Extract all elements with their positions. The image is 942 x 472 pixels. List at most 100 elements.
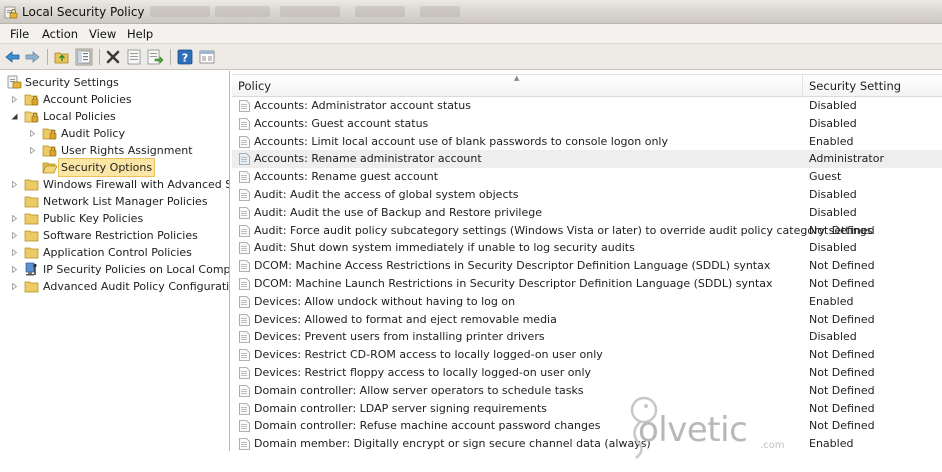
folder-icon (24, 213, 39, 225)
open-folder-icon (42, 162, 57, 174)
security-policy-app-icon (4, 6, 18, 19)
table-row[interactable]: Devices: Prevent users from installing p… (232, 328, 942, 346)
security-setting-value: Guest (809, 170, 842, 184)
table-row[interactable]: Accounts: Rename guest account Guest (232, 168, 942, 186)
window-title: Local Security Policy (22, 5, 145, 19)
policy-document-icon (239, 242, 250, 255)
policy-document-icon (239, 278, 250, 290)
column-header-security-setting[interactable]: Security Setting (803, 75, 942, 97)
table-row[interactable]: Audit: Shut down system immediately if u… (232, 239, 942, 257)
toolbar-separator (47, 49, 48, 65)
locked-folder-icon (42, 128, 57, 140)
policy-document-icon (239, 117, 250, 130)
tree-item-label: Software Restriction Policies (43, 229, 198, 242)
security-setting-value: Enabled (809, 294, 854, 308)
table-row[interactable]: Domain controller: Refuse machine accoun… (232, 417, 942, 435)
table-row[interactable]: DCOM: Machine Access Restrictions in Sec… (232, 257, 942, 275)
policy-document-icon (239, 438, 250, 451)
show-hide-tree-icon[interactable] (75, 48, 93, 66)
policy-list-pane[interactable]: ▲ Policy Security Setting Accounts: Admi… (232, 71, 942, 451)
policy-document-icon (239, 367, 250, 379)
local-security-policy-window: Local Security Policy File Action View H… (0, 0, 942, 472)
policy-document-icon (239, 295, 250, 308)
table-row[interactable]: Devices: Restrict floppy access to local… (232, 364, 942, 382)
up-folder-icon[interactable] (53, 48, 71, 66)
tree-item-label: User Rights Assignment (61, 144, 193, 157)
table-row[interactable]: Audit: Audit the use of Backup and Resto… (232, 204, 942, 222)
collapse-arrow-icon[interactable] (11, 113, 18, 120)
security-setting-value: Not Defined (809, 383, 875, 397)
policy-name: Audit: Force audit policy subcategory se… (254, 223, 873, 237)
policy-name: DCOM: Machine Access Restrictions in Sec… (254, 259, 771, 273)
expand-arrow-icon[interactable] (11, 232, 18, 239)
table-row[interactable]: Domain member: Digitally encrypt or sign… (232, 435, 942, 451)
forward-arrow-icon[interactable] (23, 48, 41, 66)
delete-icon[interactable] (104, 48, 122, 66)
svg-text:?: ? (182, 52, 188, 65)
table-row[interactable]: Devices: Allow undock without having to … (232, 293, 942, 311)
policy-document-icon (239, 171, 250, 184)
export-list-icon[interactable] (146, 48, 164, 66)
policy-document-icon (239, 189, 250, 201)
locked-folder-icon (42, 145, 57, 157)
expand-arrow-icon[interactable] (11, 266, 18, 273)
expand-arrow-icon[interactable] (11, 96, 18, 103)
toolbar: ? (0, 44, 942, 70)
column-header-policy[interactable]: Policy (232, 75, 803, 97)
security-setting-value: Disabled (809, 241, 857, 255)
menu-help[interactable]: Help (127, 27, 153, 41)
title-bar-blurred-area (355, 6, 405, 17)
back-arrow-icon[interactable] (4, 48, 22, 66)
menu-file[interactable]: File (10, 27, 29, 41)
policy-name: Domain member: Digitally encrypt or sign… (254, 437, 651, 451)
menu-view[interactable]: View (89, 27, 116, 41)
table-row[interactable]: DCOM: Machine Launch Restrictions in Sec… (232, 275, 942, 293)
policy-name: Devices: Prevent users from installing p… (254, 330, 545, 344)
table-row[interactable]: Devices: Allowed to format and eject rem… (232, 311, 942, 329)
expand-arrow-icon[interactable] (11, 283, 18, 290)
security-setting-value: Not Defined (809, 348, 875, 362)
security-setting-value: Enabled (809, 134, 854, 148)
expand-arrow-icon[interactable] (11, 249, 18, 256)
security-setting-value: Administrator (809, 152, 884, 166)
security-setting-value: Disabled (809, 188, 857, 201)
table-row[interactable]: Accounts: Administrator account status Di… (232, 97, 942, 115)
table-row[interactable]: Devices: Restrict CD-ROM access to local… (232, 346, 942, 364)
table-row[interactable]: Domain controller: Allow server operator… (232, 382, 942, 400)
table-row[interactable]: Domain controller: LDAP server signing r… (232, 400, 942, 418)
properties-icon[interactable] (125, 48, 143, 66)
policy-name: Domain controller: LDAP server signing r… (254, 401, 547, 415)
policy-name: Devices: Restrict floppy access to local… (254, 366, 592, 379)
expand-arrow-icon[interactable] (11, 181, 18, 188)
security-setting-value: Not Defined (809, 366, 875, 379)
expand-arrow-icon[interactable] (29, 147, 36, 154)
view-icon[interactable] (198, 48, 216, 66)
menu-action[interactable]: Action (42, 27, 78, 41)
policy-name: DCOM: Machine Launch Restrictions in Sec… (254, 277, 773, 290)
table-row[interactable]: Accounts: Limit local account use of bla… (232, 133, 942, 151)
tree-pane[interactable]: Security Settings Account Policies Local… (0, 71, 230, 451)
expand-arrow-icon[interactable] (29, 130, 36, 137)
security-setting-value: Disabled (809, 330, 857, 344)
policy-document-icon (239, 331, 250, 344)
help-icon[interactable]: ? (176, 48, 194, 66)
policy-name: Devices: Allow undock without having to … (254, 294, 516, 308)
tree-item-label: Audit Policy (61, 127, 125, 140)
policy-name: Domain controller: Refuse machine accoun… (254, 419, 601, 433)
policy-document-icon (239, 420, 250, 433)
table-row[interactable]: Audit: Audit the access of global system… (232, 186, 942, 204)
table-row[interactable]: Accounts: Guest account status Disabled (232, 115, 942, 133)
policy-document-icon (239, 100, 250, 112)
policy-name: Domain controller: Allow server operator… (254, 383, 584, 397)
menu-bar: File Action View Help (0, 24, 942, 44)
policy-name: Audit: Audit the use of Backup and Resto… (254, 205, 542, 219)
expand-arrow-icon[interactable] (11, 215, 18, 222)
table-row[interactable]: Audit: Force audit policy subcategory se… (232, 222, 942, 240)
policy-name: Audit: Shut down system immediately if u… (254, 241, 635, 255)
tree-item-label: Account Policies (43, 93, 132, 106)
list-header: ▲ Policy Security Setting (232, 74, 942, 97)
folder-icon (24, 196, 39, 208)
toolbar-separator (170, 49, 171, 65)
table-row[interactable]: Accounts: Rename administrator account Ad… (232, 150, 942, 169)
title-bar: Local Security Policy (0, 0, 942, 24)
